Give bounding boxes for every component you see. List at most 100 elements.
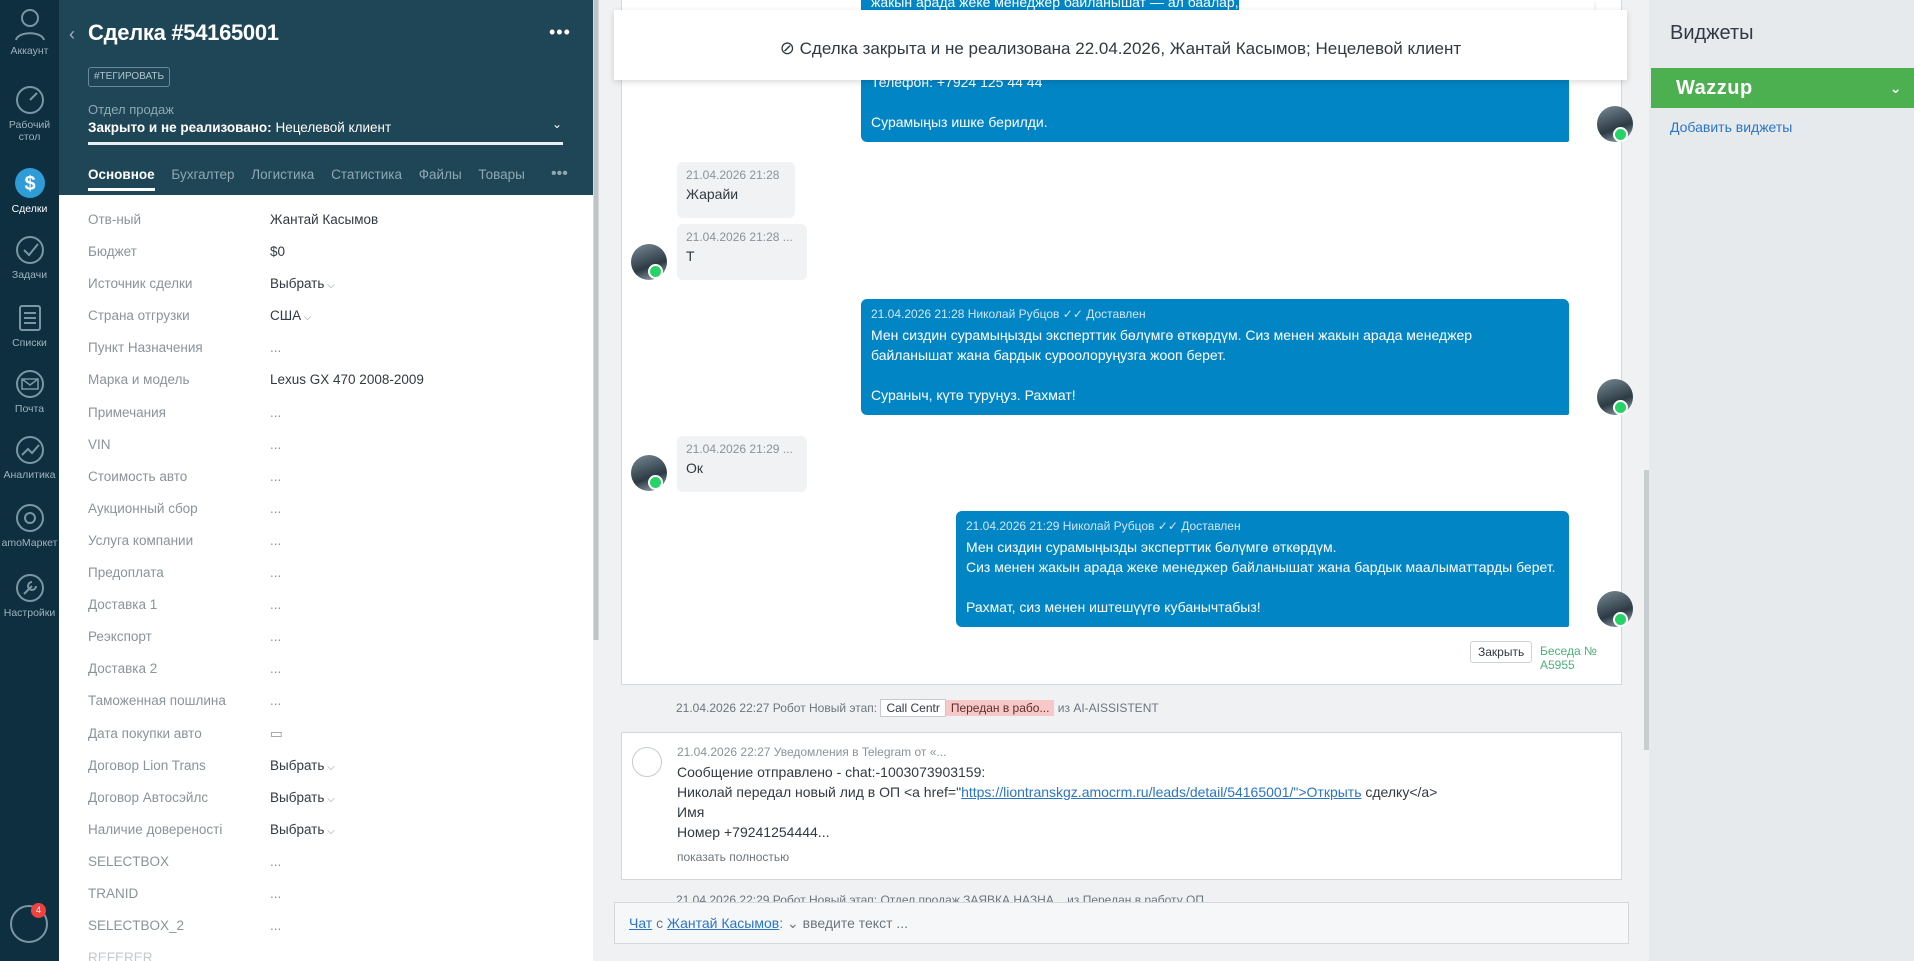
nav-deals[interactable]: $ Сделки (0, 166, 59, 215)
conversation-id[interactable]: Беседа № A5955 (1540, 644, 1621, 672)
more-menu-icon[interactable]: ••• (549, 22, 571, 43)
field-value[interactable]: ... (270, 597, 281, 612)
note-meta: 21.04.2026 22:27 Уведомления в Telegram … (677, 745, 947, 759)
nav-label: Рабочий стол (8, 119, 51, 143)
deal-fields: Отв-ный Жантай Касымов Бюджет $0 Источник … (88, 212, 568, 961)
field-value[interactable]: ... (270, 501, 281, 516)
nav-account[interactable]: Аккаунт (0, 6, 59, 57)
widgets-panel: Виджеты Wazzup ⌄ Добавить виджеты (1649, 0, 1914, 961)
message-outgoing: 21.04.2026 21:28 Николай Рубцов ✓✓ Доста… (861, 299, 1569, 415)
field-value[interactable]: ... (270, 629, 281, 644)
dashboard-icon (15, 86, 44, 114)
field-label: Наличие довереності (88, 821, 223, 837)
nav-settings[interactable]: Настройки (0, 572, 59, 619)
robot-stage-event: 21.04.2026 22:27 Робот Новый этап: Call … (676, 699, 1159, 717)
lists-icon (18, 305, 41, 331)
calendar-icon[interactable]: ▭ (270, 726, 283, 742)
field-value[interactable]: ... (270, 437, 281, 452)
field-row: Источник сделки Выбрать (88, 276, 568, 308)
card-scrollbar-thumb[interactable] (594, 0, 598, 640)
field-row: Страна отгрузки США (88, 308, 568, 340)
field-value[interactable]: Lexus GX 470 2008-2009 (270, 372, 424, 387)
field-value[interactable]: ... (270, 469, 281, 484)
nav-analytics[interactable]: Аналитика (0, 434, 59, 481)
field-label: Услуга компании (88, 532, 194, 548)
back-arrow-icon[interactable]: ‹ (69, 24, 75, 45)
deal-title[interactable]: Сделка #54165001 (88, 20, 279, 46)
nav-lists[interactable]: Списки (0, 302, 59, 349)
add-widgets-link[interactable]: Добавить виджеты (1670, 119, 1792, 135)
tab-logistics[interactable]: Логистика (251, 167, 314, 182)
whatsapp-icon (648, 264, 663, 279)
field-value[interactable]: $0 (270, 244, 285, 259)
message-input[interactable]: введите текст ... (803, 915, 908, 931)
field-value[interactable]: ... (270, 405, 281, 420)
nav-market[interactable]: amoМаркет (0, 502, 59, 549)
field-select[interactable]: США (270, 308, 312, 323)
wazzup-widget[interactable]: Wazzup ⌄ (1651, 68, 1914, 108)
field-select[interactable]: Выбрать (270, 822, 335, 837)
field-select[interactable]: Выбрать (270, 758, 335, 773)
close-conversation-button[interactable]: Закрыть (1470, 641, 1533, 663)
field-value[interactable]: ... (270, 693, 281, 708)
message-text: Сиз менен жакын арада жеке менеджер байл… (966, 559, 1556, 575)
tab-products[interactable]: Товары (478, 167, 524, 182)
whatsapp-icon (1613, 127, 1628, 142)
field-select[interactable]: Выбрать (270, 790, 335, 805)
nav-label: Аналитика (3, 469, 56, 481)
message-text: Мен сиздин сурамыңызды эксперттик бөлүмг… (966, 539, 1337, 555)
field-row: Наличие довереності Выбрать (88, 822, 568, 854)
chevron-down-icon[interactable]: ⌄ (1890, 68, 1902, 108)
field-label: Источник сделки (88, 276, 193, 292)
field-label: Предоплата (88, 565, 164, 581)
field-value[interactable]: ... (270, 661, 281, 676)
field-row: Стоимость авто... (88, 469, 568, 501)
message-text: Сурамыңыз ишке берилди. (871, 114, 1048, 130)
tab-files[interactable]: Файлы (419, 167, 462, 182)
status-reason: Нецелевой клиент (275, 120, 392, 135)
field-row: SELECTBOX_2... (88, 918, 568, 950)
chat-composer[interactable]: Чат с Жантай Касымов: ⌄ введите текст ..… (614, 902, 1629, 944)
field-row: Услуга компании... (88, 533, 568, 565)
message-meta: 21.04.2026 21:28 (686, 168, 780, 182)
message-meta: 21.04.2026 21:28 Николай Рубцов ✓✓ Доста… (871, 307, 1559, 321)
field-row: Таможенная пошлина... (88, 693, 568, 725)
field-label: Дата покупки авто (88, 725, 202, 741)
field-row: Договор Lion Trans Выбрать (88, 758, 568, 790)
recipient-link[interactable]: Жантай Касымов (667, 915, 779, 931)
tabs-more-icon[interactable]: ••• (551, 165, 568, 183)
tab-statistics[interactable]: Статистика (331, 167, 402, 182)
message-meta-text: 21.04.2026 21:29 Николай Рубцов (966, 519, 1155, 533)
deal-link[interactable]: https://liontranskgz.amocrm.ru/leads/det… (961, 784, 1361, 800)
field-value[interactable]: Жантай Касымов (270, 212, 378, 227)
field-value[interactable]: ... (270, 565, 281, 580)
tab-accounting[interactable]: Бухгалтер (171, 167, 234, 182)
notifications-badge: 4 (31, 903, 46, 918)
chat-type-link[interactable]: Чат (629, 915, 652, 931)
field-value[interactable]: ... (270, 533, 281, 548)
field-select[interactable]: Выбрать (270, 276, 335, 291)
field-label: Реэкспорт (88, 629, 152, 645)
message-text (966, 577, 1559, 597)
note-icon (632, 747, 662, 777)
field-label: Аукционный сбор (88, 500, 198, 516)
nav-tasks[interactable]: Задачи (0, 234, 59, 281)
chevron-down-icon[interactable]: ⌄ (552, 117, 562, 131)
status-select[interactable]: Закрыто и не реализовано: Нецелевой клие… (88, 120, 391, 135)
deal-card: ‹ Сделка #54165001 ••• #ТЕГИРОВАТЬ Отдел… (59, 0, 593, 961)
chat-conversation: жакын арада жеке менеджер байланышат — а… (621, 0, 1633, 685)
tasks-icon (15, 236, 44, 264)
show-more-link[interactable]: показать полностью (677, 850, 789, 864)
field-row: Доставка 2... (88, 661, 568, 693)
field-value[interactable]: ... (270, 854, 281, 869)
recipient-dropdown-icon[interactable]: ⌄ (787, 915, 799, 931)
message-text: байланышат жана бардык суроолоруңузга жо… (871, 347, 1226, 363)
field-value[interactable]: ... (270, 340, 281, 355)
tag-button[interactable]: #ТЕГИРОВАТЬ (88, 67, 171, 87)
field-label: Таможенная пошлина (88, 693, 226, 709)
field-value[interactable]: ... (270, 918, 281, 933)
nav-mail[interactable]: Почта (0, 368, 59, 415)
nav-dashboard[interactable]: Рабочий стол (0, 84, 59, 143)
field-value[interactable]: ... (270, 886, 281, 901)
tab-main[interactable]: Основное (88, 167, 155, 191)
